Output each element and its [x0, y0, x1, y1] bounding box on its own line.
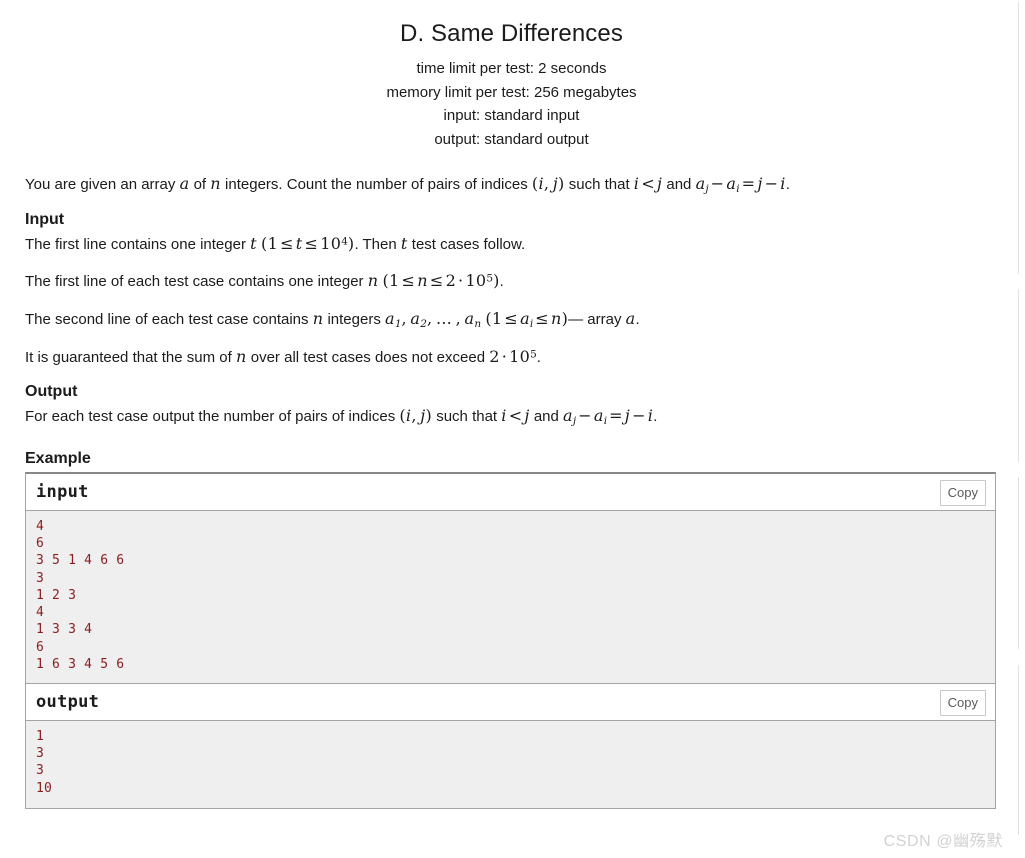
statement-text-3: integers. Count the number of pairs of i…: [225, 176, 528, 193]
scrollbar-track-segment[interactable]: [1018, 477, 1019, 649]
sample-input-text[interactable]: 4 6 3 5 1 4 6 6 3 1 2 3 4 1 3 3 4 6 1 6 …: [26, 511, 995, 683]
sample-tests: input Copy 4 6 3 5 1 4 6 6 3 1 2 3 4 1 3…: [25, 472, 996, 809]
output-line-1-text-b: such that: [436, 407, 498, 425]
output-line-1: For each test case output the number of …: [25, 405, 998, 428]
problem-legend: You are given an array a of n integers. …: [25, 173, 998, 196]
problem-limits: time limit per test: 2 seconds memory li…: [25, 57, 998, 151]
math-array-a-2: a: [625, 308, 636, 328]
copy-input-button[interactable]: Copy: [939, 480, 986, 507]
statement-paragraph: You are given an array a of n integers. …: [25, 173, 998, 196]
math-pair-ij-2: (i, j): [399, 405, 433, 425]
sample-output-block: output Copy 1 3 3 10: [26, 682, 995, 808]
math-n: n: [210, 174, 221, 193]
example-title: Example: [25, 450, 91, 468]
input-line-4-period: .: [536, 348, 541, 366]
input-line-3-text-a: The second line of each test case contai…: [25, 310, 309, 328]
math-t-constraint: (1 ≤ t ≤104): [261, 234, 355, 254]
math-sum-bound: 2 · 105: [489, 346, 537, 366]
sample-input-label: input: [36, 482, 89, 503]
problem-header: D. Same Differences time limit per test:…: [25, 0, 998, 151]
problem-page: D. Same Differences time limit per test:…: [0, 0, 1025, 858]
sample-output-text[interactable]: 1 3 3 10: [26, 720, 995, 808]
input-line-1-text-a: The first line contains one integer: [25, 236, 246, 254]
input-line-2-text-a: The first line of each test case contain…: [25, 273, 364, 291]
statement-text-4: such that: [568, 176, 630, 193]
page-title: D. Same Differences: [400, 20, 623, 47]
math-i-lt-j: i < j: [633, 174, 663, 193]
scrollbar-track-segment[interactable]: [1018, 665, 1019, 835]
input-line-1: The first line contains one integer t (1…: [25, 233, 998, 255]
scrollbar-track-segment[interactable]: [1018, 289, 1019, 462]
math-a-list: a1, a2, … , an: [385, 308, 482, 330]
math-n-constraint: (1 ≤ n ≤2 · 105): [382, 271, 500, 291]
output-source: output: standard output: [434, 130, 589, 148]
math-n-4: n: [235, 346, 247, 366]
math-n-2: n: [367, 271, 379, 291]
input-line-4-text-a: It is guaranteed that the sum of: [25, 348, 232, 366]
math-t: t: [250, 234, 257, 254]
math-pair-ij: (i, j): [531, 174, 565, 193]
csdn-watermark: CSDN @幽殇默: [883, 833, 1003, 850]
math-i-lt-j-2: i < j: [501, 405, 530, 425]
sample-input-block: input Copy 4 6 3 5 1 4 6 6 3 1 2 3 4 1 3…: [26, 474, 995, 683]
math-equation: aj − ai = j − i: [695, 174, 786, 195]
sample-input-header: input Copy: [26, 474, 995, 512]
math-t-2: t: [400, 234, 408, 254]
input-line-4-text-b: over all test cases does not exceed: [250, 348, 486, 366]
output-line-1-text-a: For each test case output the number of …: [25, 407, 396, 425]
sample-output-label: output: [36, 691, 100, 712]
input-line-1-text-c: test cases follow.: [411, 236, 526, 254]
math-ai-constraint: (1 ≤ ai ≤ n): [485, 308, 569, 330]
input-section: Input The first line contains one intege…: [25, 211, 998, 368]
input-source: input: standard input: [443, 107, 580, 124]
output-section-title: Output: [25, 382, 78, 400]
time-limit: time limit per test: 2 seconds: [416, 60, 607, 77]
scrollbar-track-segment[interactable]: [1018, 2, 1019, 274]
input-line-3: The second line of each test case contai…: [25, 308, 998, 331]
input-line-3-text-b: integers: [327, 310, 381, 328]
statement-text-1: You are given an array: [25, 176, 176, 193]
input-line-4: It is guaranteed that the sum of n over …: [25, 346, 998, 368]
problem-content: D. Same Differences time limit per test:…: [25, 0, 998, 809]
math-n-3: n: [312, 308, 324, 328]
memory-limit: memory limit per test: 256 megabytes: [386, 83, 637, 101]
output-line-1-period: .: [653, 407, 658, 425]
input-line-2: The first line of each test case contain…: [25, 270, 998, 292]
statement-text-5: and: [666, 176, 692, 193]
output-section: Output For each test case output the num…: [25, 383, 998, 428]
sample-output-header: output Copy: [26, 682, 995, 721]
output-line-1-text-c: and: [533, 407, 559, 425]
statement-period: .: [785, 176, 790, 193]
math-equation-2: aj − ai = j − i: [563, 405, 654, 427]
example-section: Example input Copy 4 6 3 5 1 4 6 6 3 1 2…: [25, 450, 998, 809]
input-line-2-period: .: [499, 273, 504, 291]
statement-text-2: of: [193, 176, 207, 193]
input-line-3-dash: — array: [568, 310, 622, 328]
copy-output-button[interactable]: Copy: [939, 689, 986, 716]
input-line-3-period: .: [635, 310, 640, 328]
math-array-a: a: [179, 174, 190, 193]
input-section-title: Input: [25, 211, 65, 229]
input-line-1-text-b: . Then: [354, 236, 397, 254]
